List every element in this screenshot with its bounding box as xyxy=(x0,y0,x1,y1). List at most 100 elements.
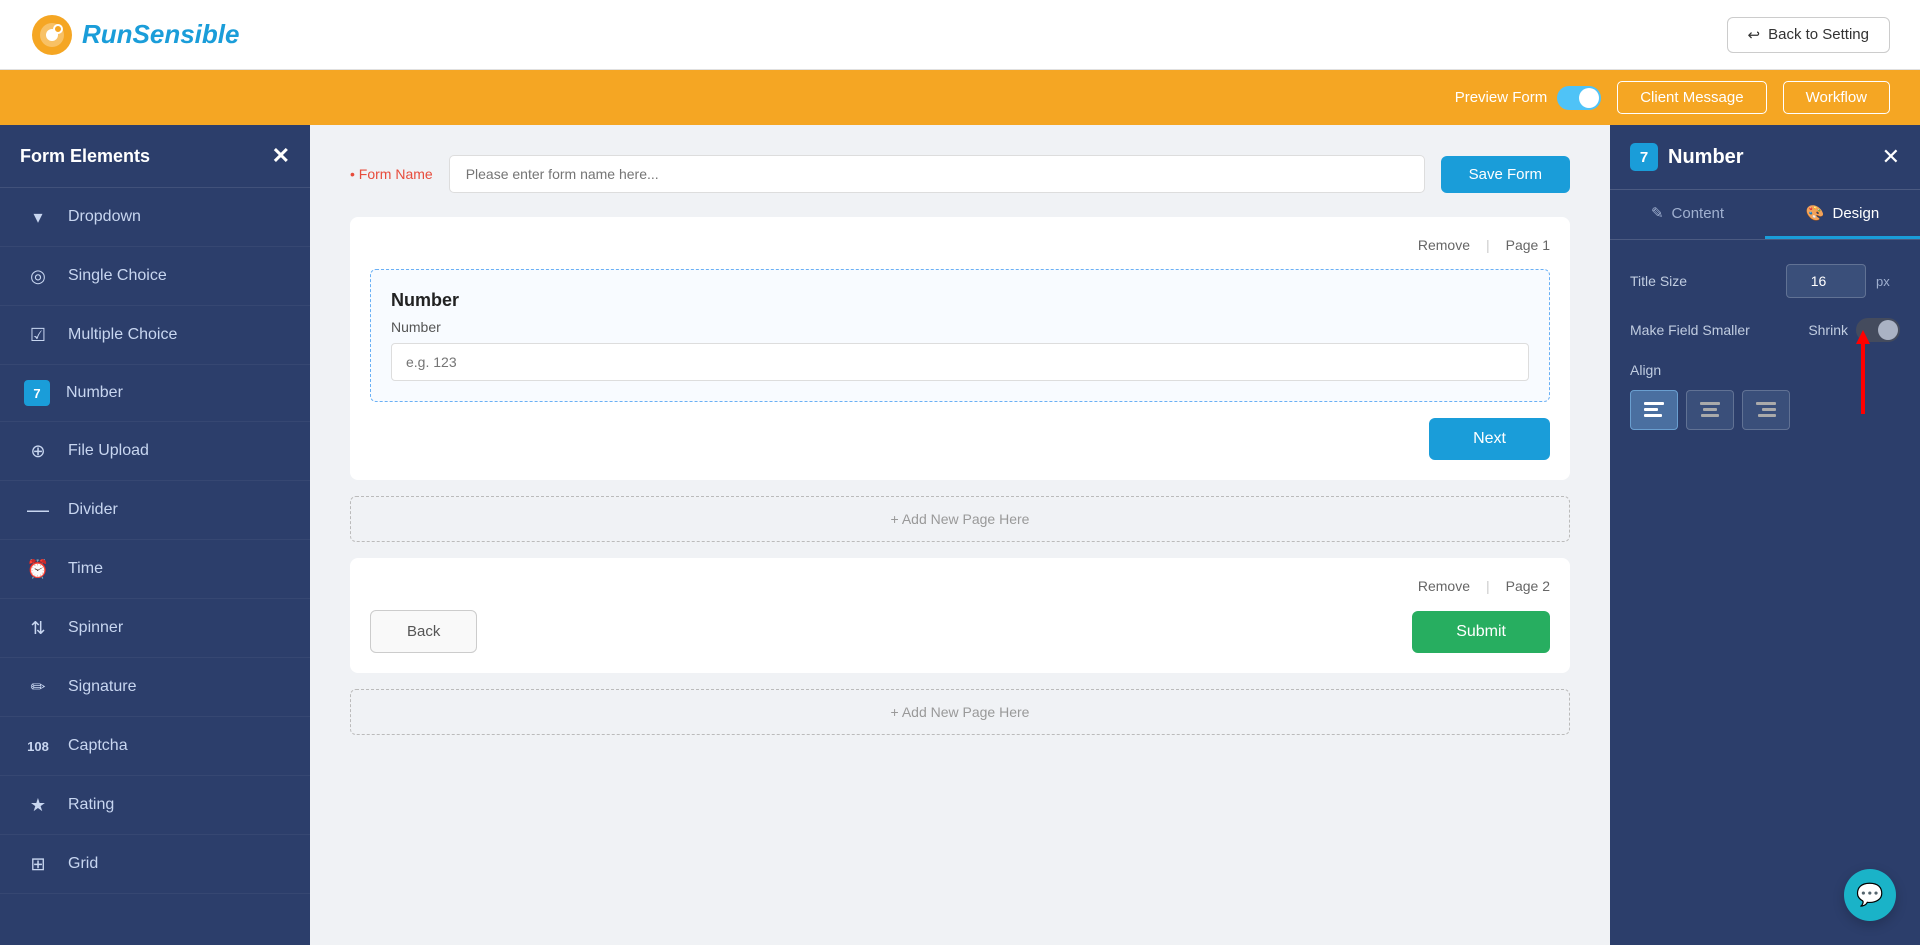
title-size-unit: px xyxy=(1876,274,1900,289)
sidebar-item-label: Time xyxy=(68,560,103,578)
workflow-button[interactable]: Workflow xyxy=(1783,81,1890,114)
sidebar-item-label: Single Choice xyxy=(68,267,167,285)
back-button[interactable]: Back xyxy=(370,610,477,653)
number-icon: 7 xyxy=(24,380,50,406)
make-field-smaller-label: Make Field Smaller xyxy=(1630,322,1798,338)
back-submit-row: Back Submit xyxy=(370,610,1550,653)
divider-icon: — xyxy=(24,496,52,524)
right-panel: 7 Number ✕ ✎ Content 🎨 Design Title Size… xyxy=(1610,125,1920,945)
preview-form-toggle[interactable] xyxy=(1557,86,1601,110)
panel-body: Title Size px Make Field Smaller Shrink … xyxy=(1610,240,1920,945)
sidebar-item-divider[interactable]: — Divider xyxy=(0,481,310,540)
sidebar-item-signature[interactable]: ✏ Signature xyxy=(0,658,310,717)
sidebar: Form Elements ✕ ▾ Dropdown ◎ Single Choi… xyxy=(0,125,310,945)
signature-icon: ✏ xyxy=(24,673,52,701)
logo-text: RunSensible xyxy=(82,19,239,50)
number-element-box: Number Number xyxy=(370,269,1550,402)
page2-remove-label[interactable]: Remove xyxy=(1418,578,1470,594)
page1-section: Remove | Page 1 Number Number Next xyxy=(350,217,1570,480)
form-name-input[interactable] xyxy=(449,155,1425,193)
element-title: Number xyxy=(391,290,1529,311)
form-name-label: • Form Name xyxy=(350,166,433,182)
chat-icon: 💬 xyxy=(1856,882,1883,908)
main-layout: Form Elements ✕ ▾ Dropdown ◎ Single Choi… xyxy=(0,125,1920,945)
sidebar-item-label: Dropdown xyxy=(68,208,141,226)
logo-area: RunSensible xyxy=(30,13,239,57)
sidebar-item-label: Grid xyxy=(68,855,98,873)
sidebar-item-file-upload[interactable]: ⊕ File Upload xyxy=(0,422,310,481)
sidebar-item-label: File Upload xyxy=(68,442,149,460)
align-left-button[interactable] xyxy=(1630,390,1678,430)
page2-label: Page 2 xyxy=(1506,578,1550,594)
next-button[interactable]: Next xyxy=(1429,418,1550,460)
sidebar-item-time[interactable]: ⏰ Time xyxy=(0,540,310,599)
right-panel-close-icon[interactable]: ✕ xyxy=(1882,144,1900,170)
add-page-1-button[interactable]: + Add New Page Here xyxy=(350,496,1570,542)
add-page-2-button[interactable]: + Add New Page Here xyxy=(350,689,1570,735)
title-size-input[interactable] xyxy=(1786,264,1866,298)
sidebar-item-dropdown[interactable]: ▾ Dropdown xyxy=(0,188,310,247)
single-choice-icon: ◎ xyxy=(24,262,52,290)
align-left-icon xyxy=(1644,402,1664,418)
align-right-button[interactable] xyxy=(1742,390,1790,430)
design-tab-icon: 🎨 xyxy=(1806,204,1825,222)
form-area: • Form Name Save Form Remove | Page 1 Nu… xyxy=(310,125,1610,945)
sidebar-item-label: Divider xyxy=(68,501,118,519)
title-size-row: Title Size px xyxy=(1630,264,1900,298)
sidebar-item-single-choice[interactable]: ◎ Single Choice xyxy=(0,247,310,306)
back-arrow-icon: ↩ xyxy=(1748,26,1761,44)
tab-content[interactable]: ✎ Content xyxy=(1610,190,1765,239)
sidebar-item-spinner[interactable]: ⇅ Spinner xyxy=(0,599,310,658)
shrink-label: Shrink xyxy=(1808,322,1848,338)
number-badge-icon: 7 xyxy=(1630,143,1658,171)
chat-bubble-button[interactable]: 💬 xyxy=(1844,869,1896,921)
sidebar-item-label: Multiple Choice xyxy=(68,326,177,344)
sidebar-item-rating[interactable]: ★ Rating xyxy=(0,776,310,835)
submit-button[interactable]: Submit xyxy=(1412,611,1550,653)
sidebar-title: Form Elements xyxy=(20,146,150,167)
form-name-row: • Form Name Save Form xyxy=(350,155,1570,193)
sidebar-item-label: Signature xyxy=(68,678,137,696)
page2-header: Remove | Page 2 xyxy=(370,578,1550,594)
right-panel-title: Number xyxy=(1668,146,1744,169)
header: RunSensible ↩ Back to Setting xyxy=(0,0,1920,70)
sidebar-header: Form Elements ✕ xyxy=(0,125,310,188)
sidebar-item-grid[interactable]: ⊞ Grid xyxy=(0,835,310,894)
back-to-setting-button[interactable]: ↩ Back to Setting xyxy=(1727,17,1890,53)
number-field-input[interactable] xyxy=(391,343,1529,381)
sidebar-close-icon[interactable]: ✕ xyxy=(272,143,290,169)
grid-icon: ⊞ xyxy=(24,850,52,878)
sidebar-item-multiple-choice[interactable]: ☑ Multiple Choice xyxy=(0,306,310,365)
right-panel-header: 7 Number ✕ xyxy=(1610,125,1920,190)
content-tab-label: Content xyxy=(1672,205,1725,222)
page1-remove-label[interactable]: Remove xyxy=(1418,237,1470,253)
client-message-button[interactable]: Client Message xyxy=(1617,81,1766,114)
title-size-label: Title Size xyxy=(1630,273,1776,289)
tab-design[interactable]: 🎨 Design xyxy=(1765,190,1920,239)
spinner-icon: ⇅ xyxy=(24,614,52,642)
design-tab-label: Design xyxy=(1832,205,1879,222)
captcha-icon: 108 xyxy=(24,732,52,760)
align-center-button[interactable] xyxy=(1686,390,1734,430)
page2-section: Remove | Page 2 Back Submit xyxy=(350,558,1570,673)
rating-icon: ★ xyxy=(24,791,52,819)
logo-icon xyxy=(30,13,74,57)
time-icon: ⏰ xyxy=(24,555,52,583)
preview-form-group: Preview Form xyxy=(1455,86,1602,110)
align-center-icon xyxy=(1700,402,1720,418)
sidebar-item-label: Captcha xyxy=(68,737,128,755)
file-upload-icon: ⊕ xyxy=(24,437,52,465)
back-btn-label: Back to Setting xyxy=(1768,26,1869,43)
content-tab-icon: ✎ xyxy=(1651,204,1664,222)
orange-toolbar: Preview Form Client Message Workflow xyxy=(0,70,1920,125)
dropdown-icon: ▾ xyxy=(24,203,52,231)
multiple-choice-icon: ☑ xyxy=(24,321,52,349)
sidebar-item-number[interactable]: 7 Number xyxy=(0,365,310,422)
sidebar-item-label: Number xyxy=(66,384,123,402)
element-label: Number xyxy=(391,319,1529,335)
sidebar-item-captcha[interactable]: 108 Captcha xyxy=(0,717,310,776)
page1-label: Page 1 xyxy=(1506,237,1550,253)
save-form-button[interactable]: Save Form xyxy=(1441,156,1570,193)
preview-form-label: Preview Form xyxy=(1455,89,1548,106)
sidebar-item-label: Rating xyxy=(68,796,114,814)
